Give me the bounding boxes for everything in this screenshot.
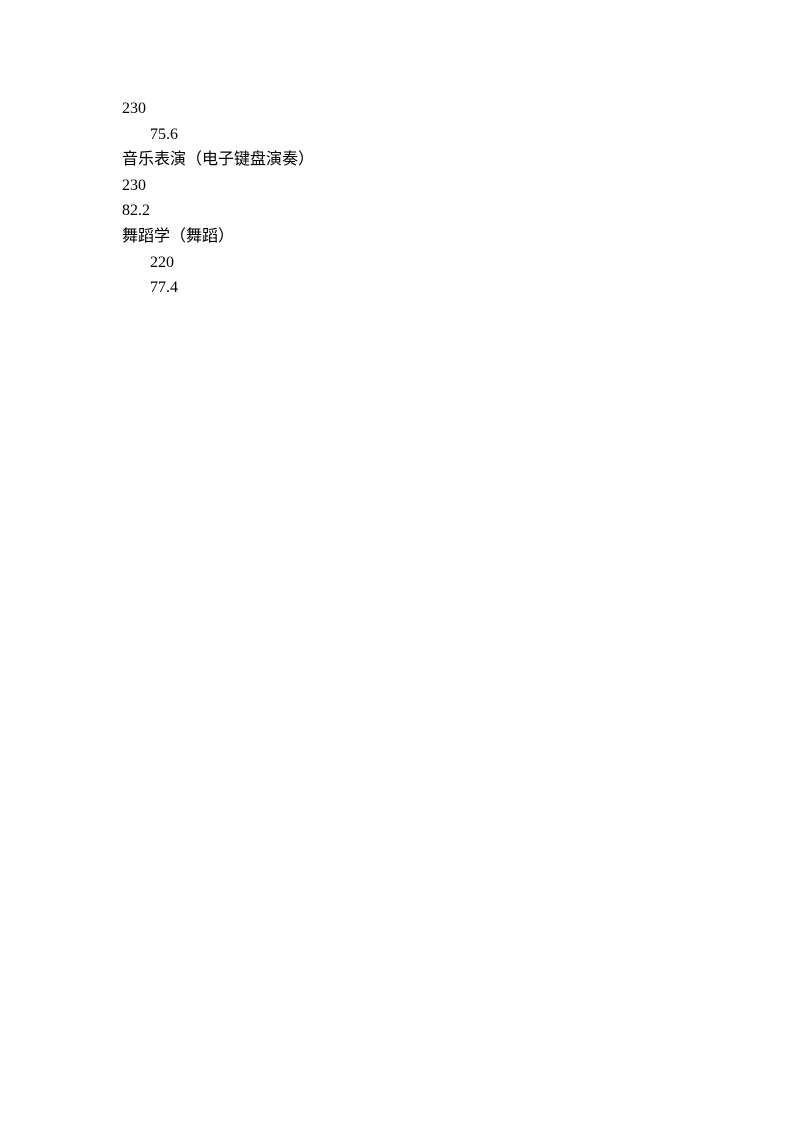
text-line-6: 220: [122, 250, 794, 276]
text-line-4: 82.2: [122, 198, 794, 224]
text-line-7: 77.4: [122, 275, 794, 301]
text-line-0: 230: [122, 96, 794, 122]
text-line-2: 音乐表演（电子键盘演奏）: [122, 147, 794, 173]
text-line-3: 230: [122, 173, 794, 199]
text-line-5: 舞蹈学（舞蹈）: [122, 224, 794, 250]
text-line-1: 75.6: [122, 122, 794, 148]
